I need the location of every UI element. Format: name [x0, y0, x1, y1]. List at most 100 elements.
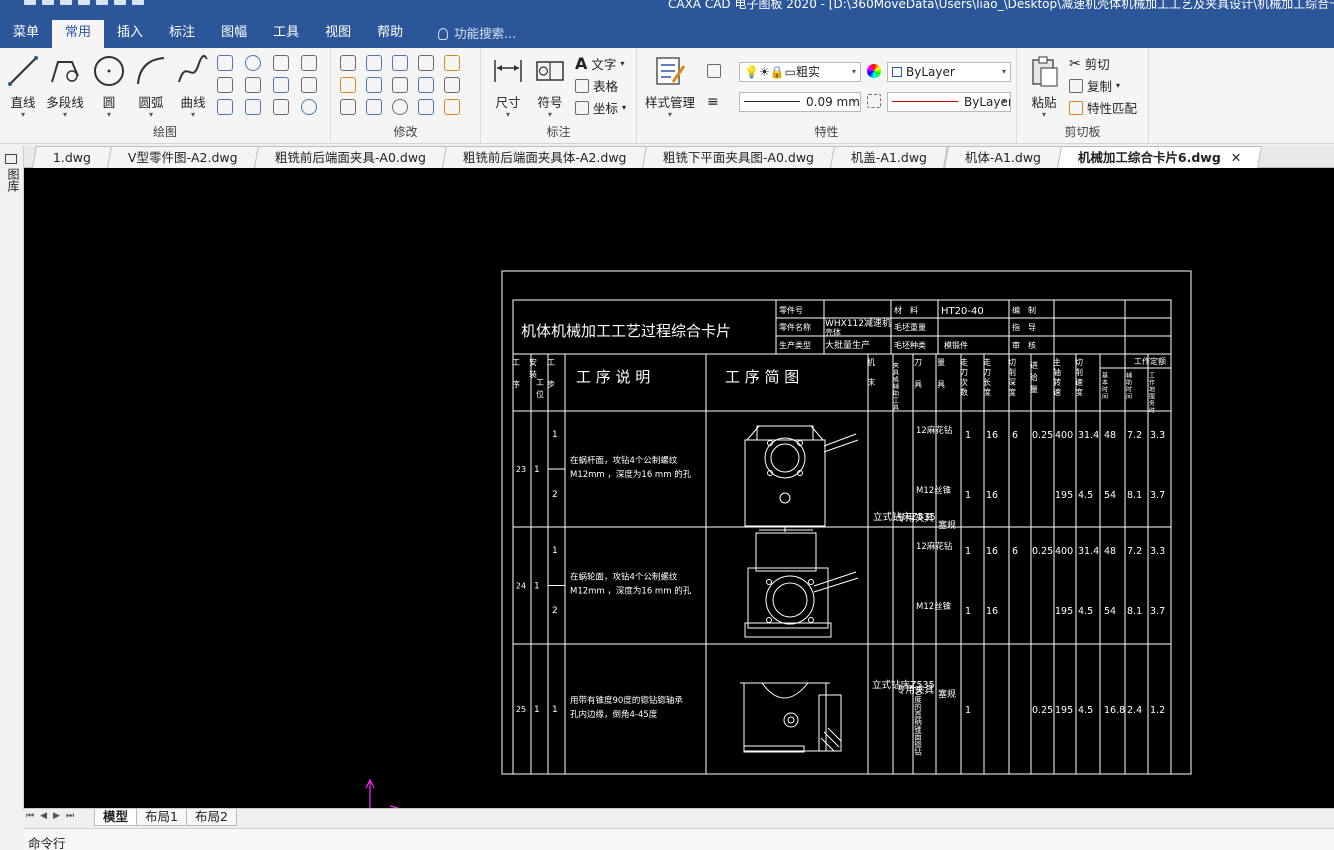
pin-icon[interactable]	[5, 154, 17, 164]
centerline-icon[interactable]	[217, 99, 233, 115]
pie-chart-icon[interactable]	[301, 99, 317, 115]
menu-4[interactable]: 图幅	[208, 20, 260, 48]
menu-7[interactable]: 帮助	[364, 20, 416, 48]
first-layout-icon[interactable]: ⏮	[26, 811, 34, 821]
line-button[interactable]: 直线 ▾	[0, 54, 46, 119]
doc-tab-0[interactable]: 1.dwg	[32, 146, 112, 168]
redo-icon[interactable]	[132, 0, 144, 5]
paste-button[interactable]: 粘贴 ▾	[1021, 54, 1067, 119]
mirror-icon[interactable]	[392, 77, 408, 93]
feature-search[interactable]: 功能搜索...	[416, 20, 516, 48]
point-icon[interactable]	[301, 55, 317, 71]
linetype-combo[interactable]: ByLayer ▾	[887, 92, 1011, 112]
doc-tab-4[interactable]: 粗铣下平面夹具图-A0.dwg	[642, 146, 836, 168]
doc-tab-7[interactable]: 机械加工综合卡片6.dwg ✕	[1056, 146, 1262, 168]
color-combo[interactable]: ByLayer ▾	[887, 62, 1011, 82]
linetype-icon[interactable]	[867, 94, 881, 108]
dimension-button[interactable]: 尺寸 ▾	[485, 54, 531, 119]
menu-2[interactable]: 插入	[104, 20, 156, 48]
command-line[interactable]: 命令行	[24, 828, 1334, 850]
edit-icon[interactable]	[444, 99, 460, 115]
layout-tab-2[interactable]: 布局2	[185, 809, 237, 826]
layer-state-icons: 💡☀🔒▭	[744, 65, 796, 79]
clipboard-group-label: 剪切板	[1064, 125, 1101, 139]
save-as-icon[interactable]	[78, 0, 90, 5]
match-properties-button[interactable]: 特性匹配	[1069, 98, 1137, 117]
layer-manager-icon[interactable]	[707, 64, 721, 78]
text-button[interactable]: A 文字 ▾	[575, 54, 624, 73]
doc-tab-6[interactable]: 机体-A1.dwg	[943, 146, 1062, 168]
rotate-icon[interactable]	[392, 99, 408, 115]
ellipse-icon[interactable]	[245, 55, 261, 71]
menu-5[interactable]: 工具	[260, 20, 312, 48]
color-wheel-icon[interactable]	[867, 64, 881, 78]
sketch24-lower-box	[747, 567, 829, 629]
trim-icon[interactable]	[366, 55, 382, 71]
cut-button[interactable]: ✂ 剪切	[1069, 54, 1110, 73]
erase-icon[interactable]	[444, 55, 460, 71]
block-icon[interactable]	[273, 99, 289, 115]
menu-0[interactable]: 菜单	[0, 20, 52, 48]
lineweight-menu-icon[interactable]: ≡	[707, 94, 719, 110]
hatch-icon[interactable]	[273, 77, 289, 93]
circle-button[interactable]: 圆 ▾	[86, 54, 132, 119]
brush-icon	[1069, 100, 1083, 115]
stretch-icon[interactable]	[366, 99, 382, 115]
drawing-canvas[interactable]: 机体机械加工工艺过程综合卡片 零件号 零件名称 生产类型 WHX112减速机 壳体 大批量生…	[24, 168, 1334, 808]
fillet-icon[interactable]	[418, 55, 434, 71]
next-layout-icon[interactable]: ▶	[53, 811, 60, 821]
scale-icon[interactable]	[418, 77, 434, 93]
copy-object-icon[interactable]	[340, 77, 356, 93]
doc-tab-label: 粗铣前后端面夹具-A0.dwg	[274, 150, 426, 165]
op-1-cut-1: 4.5	[1078, 606, 1093, 617]
offset-icon[interactable]	[340, 99, 356, 115]
drawing-svg: 机体机械加工工艺过程综合卡片零件号零件名称生产类型WHX112减速机壳体大批量生…	[365, 270, 1192, 808]
move-icon[interactable]	[340, 55, 356, 71]
curve-button[interactable]: 曲线 ▾	[170, 54, 216, 119]
prev-layout-icon[interactable]: ◀	[40, 811, 47, 821]
layout-tab-0[interactable]: 模型	[94, 809, 138, 826]
copy-button[interactable]: 复制 ▾	[1069, 76, 1120, 95]
polyline-button[interactable]: 多段线 ▾	[42, 54, 88, 119]
menu-1[interactable]: 常用	[52, 20, 105, 48]
break-icon[interactable]	[444, 77, 460, 93]
table-button[interactable]: 表格	[575, 76, 618, 95]
new-file-icon[interactable]	[24, 0, 36, 5]
doc-tab-3[interactable]: 粗铣前后端面夹具体-A2.dwg	[441, 146, 648, 168]
ucs-axis-icon	[365, 778, 399, 808]
doc-tab-label: 粗铣下平面夹具图-A0.dwg	[663, 150, 815, 165]
symbol-button[interactable]: 符号 ▾	[527, 54, 573, 119]
print-icon[interactable]	[96, 0, 108, 5]
layout-tab-1[interactable]: 布局1	[136, 809, 187, 826]
arrow-icon[interactable]	[301, 77, 317, 93]
op-1-t2-1: 8.1	[1127, 606, 1142, 617]
close-tab-icon[interactable]: ✕	[1230, 147, 1240, 168]
layer-combo[interactable]: 💡☀🔒▭粗实 ▾	[739, 62, 861, 82]
style-manager-button[interactable]: 样式管理 ▾	[643, 54, 697, 119]
open-file-icon[interactable]	[42, 0, 54, 5]
parallel-line-icon[interactable]	[217, 77, 233, 93]
op-1-t1-0: 48	[1104, 546, 1116, 557]
doc-tab-2[interactable]: 粗铣前后端面夹具-A0.dwg	[253, 146, 447, 168]
menu-6[interactable]: 视图	[312, 20, 364, 48]
save-icon[interactable]	[60, 0, 72, 5]
document-tab-bar: 1.dwg V型零件图-A2.dwg 粗铣前后端面夹具-A0.dwg 粗铣前后端面夹具…	[24, 146, 1334, 168]
doc-tab-1[interactable]: V型零件图-A2.dwg	[107, 146, 259, 168]
rectangle-icon[interactable]	[217, 55, 233, 71]
lineweight-combo[interactable]: 0.09 mm ▾	[739, 92, 861, 112]
explode-icon[interactable]	[418, 99, 434, 115]
circle-icon	[94, 56, 124, 86]
doc-tab-5[interactable]: 机盖-A1.dwg	[830, 146, 949, 168]
arc-button[interactable]: 圆弧 ▾	[128, 54, 174, 119]
array-icon[interactable]	[392, 55, 408, 71]
extend-icon[interactable]	[366, 77, 382, 93]
region-fill-icon[interactable]	[245, 99, 261, 115]
undo-icon[interactable]	[114, 0, 126, 5]
menu-3[interactable]: 标注	[156, 20, 208, 48]
coordinate-button[interactable]: 坐标 ▾	[575, 98, 626, 117]
last-layout-icon[interactable]: ⏭	[66, 811, 74, 821]
library-tab[interactable]: 图库	[5, 168, 22, 192]
polygon-icon[interactable]	[245, 77, 261, 93]
angle-line-icon[interactable]	[273, 55, 289, 71]
sketch24-bolt-hole-4	[808, 617, 814, 623]
